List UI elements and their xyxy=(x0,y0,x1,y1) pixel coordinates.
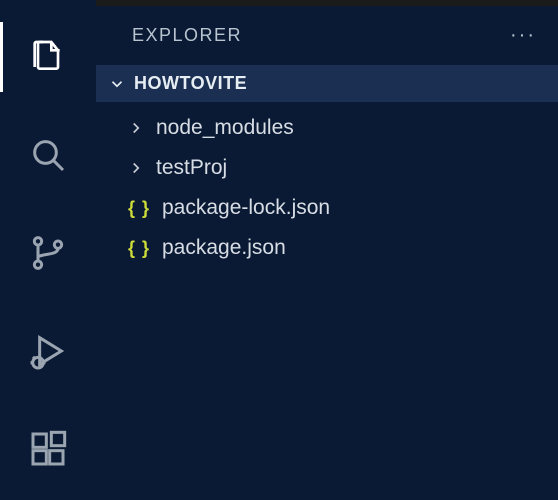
tree-folder[interactable]: testProj xyxy=(96,148,558,188)
activity-source-control[interactable] xyxy=(0,218,96,288)
activity-bar xyxy=(0,0,96,500)
chevron-right-icon xyxy=(126,119,146,137)
activity-explorer[interactable] xyxy=(0,22,96,92)
workspace-name: HOWTOVITE xyxy=(134,73,247,94)
explorer-more-button[interactable]: ··· xyxy=(510,24,536,47)
tree-item-label: node_modules xyxy=(156,116,294,140)
activity-debug[interactable] xyxy=(0,316,96,386)
tree-item-label: testProj xyxy=(156,156,227,180)
tree-item-label: package.json xyxy=(162,236,286,260)
activity-search[interactable] xyxy=(0,120,96,190)
branch-icon xyxy=(28,233,68,273)
chevron-down-icon xyxy=(108,75,126,93)
explorer-sidebar: EXPLORER ··· HOWTOVITE node_modules test… xyxy=(96,0,558,500)
file-tree: node_modules testProj { } package-lock.j… xyxy=(96,102,558,268)
debug-icon xyxy=(28,331,68,371)
chevron-right-icon xyxy=(126,159,146,177)
tree-file[interactable]: { } package.json xyxy=(96,228,558,268)
explorer-title: EXPLORER xyxy=(132,25,242,46)
files-icon xyxy=(28,37,68,77)
search-icon xyxy=(28,135,68,175)
tree-folder[interactable]: node_modules xyxy=(96,108,558,148)
extensions-icon xyxy=(28,429,68,469)
explorer-header: EXPLORER ··· xyxy=(96,12,558,65)
workspace-section-header[interactable]: HOWTOVITE xyxy=(96,65,558,102)
tree-item-label: package-lock.json xyxy=(162,196,330,220)
tree-file[interactable]: { } package-lock.json xyxy=(96,188,558,228)
activity-extensions[interactable] xyxy=(0,414,96,484)
json-file-icon: { } xyxy=(126,238,152,259)
json-file-icon: { } xyxy=(126,198,152,219)
